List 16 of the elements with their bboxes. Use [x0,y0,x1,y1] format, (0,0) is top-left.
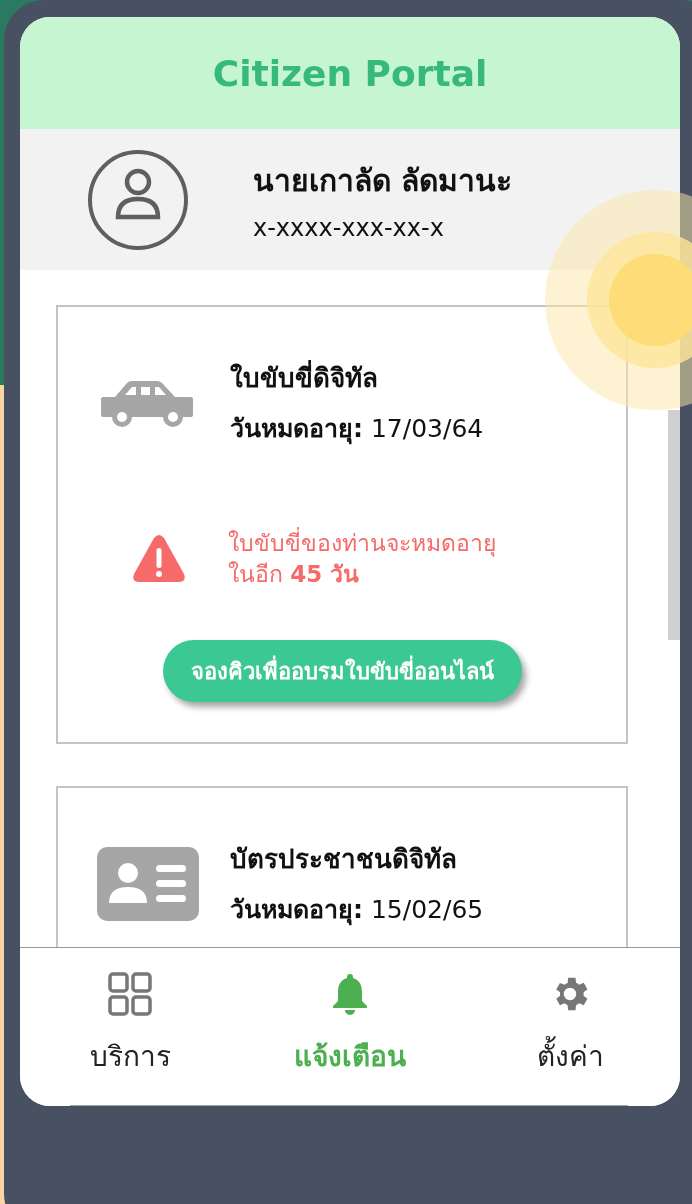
user-avatar-icon [87,148,189,251]
card-title: ใบขับขี่ดิจิทัล [230,357,484,398]
app-title: Citizen Portal [212,52,488,94]
nav-tab[interactable]: ตั้งค่า [460,948,680,1106]
expiry-date: วันหมดอายุ: 17/03/64 [230,413,484,447]
card-title: บัตรประชาชนดิจิทัล [230,843,458,877]
expiry-date: วันหมดอายุ: 15/02/65 [230,894,484,928]
scrollbar[interactable] [668,410,680,640]
nav-tab[interactable]: บริการ [20,948,240,1106]
citizen-id: x-xxxx-xxx-xx-x [253,214,445,242]
warning-icon [132,534,186,585]
expiry-warning: ใบขับขี่ของท่านจะหมดอายุ ในอีก 45 วัน [228,528,496,591]
bell-icon [331,972,369,1016]
user-name: นายเกาลัด ลัดมานะ [253,162,513,200]
grid-icon [108,972,152,1016]
id-card-icon [97,846,199,921]
